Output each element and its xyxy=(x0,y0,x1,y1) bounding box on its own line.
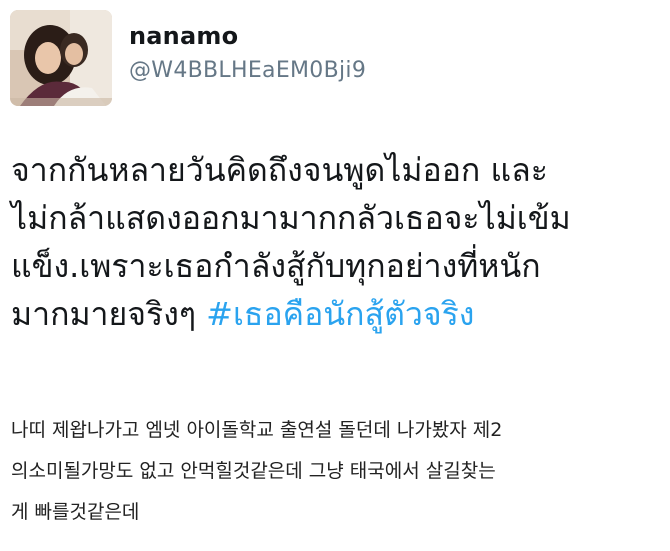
tweet-text-last-line: มากมายจริงๆ #เธอคือนักสู้ตัวจริง xyxy=(11,290,666,338)
author-handle[interactable]: @W4BBLHEaEM0Bji9 xyxy=(129,58,366,83)
avatar[interactable] xyxy=(10,10,112,106)
hashtag-link[interactable]: #เธอคือนักสู้ตัวจริง xyxy=(206,295,474,333)
avatar-photo xyxy=(10,10,112,106)
tweet-text-line: จากกันหลายวันคิดถึงจนพูดไม่ออก และ xyxy=(11,151,548,189)
tweet-card: nanamo @W4BBLHEaEM0Bji9 จากกันหลายวันคิด… xyxy=(0,0,670,551)
comment-line: 의소미될가망도 없고 안먹힐것같은데 그냥 태국에서 살길찾는 xyxy=(11,460,496,482)
comment-line: 나띠 제왑나가고 엠넷 아이돌학교 출연설 돌던데 나가봤자 제2 xyxy=(11,419,503,441)
tweet-text: จากกันหลายวันคิดถึงจนพูดไม่ออก และ ไม่กล… xyxy=(11,146,666,338)
tweet-text-line: ไม่กล้าแสดงออกมามากกลัวเธอจะไม่เข้ม xyxy=(11,199,571,237)
tweet-text-line-prefix: มากมายจริงๆ xyxy=(11,295,207,333)
comment-text: 나띠 제왑나가고 엠넷 아이돌학교 출연설 돌던데 나가봤자 제2 의소미될가망… xyxy=(11,410,661,533)
tweet-text-line: แข็ง.เพราะเธอกำลังสู้กับทุกอย่างที่หนัก xyxy=(11,247,541,285)
author-name[interactable]: nanamo xyxy=(129,22,238,50)
comment-line: 게 빠를것같은데 xyxy=(11,501,140,523)
